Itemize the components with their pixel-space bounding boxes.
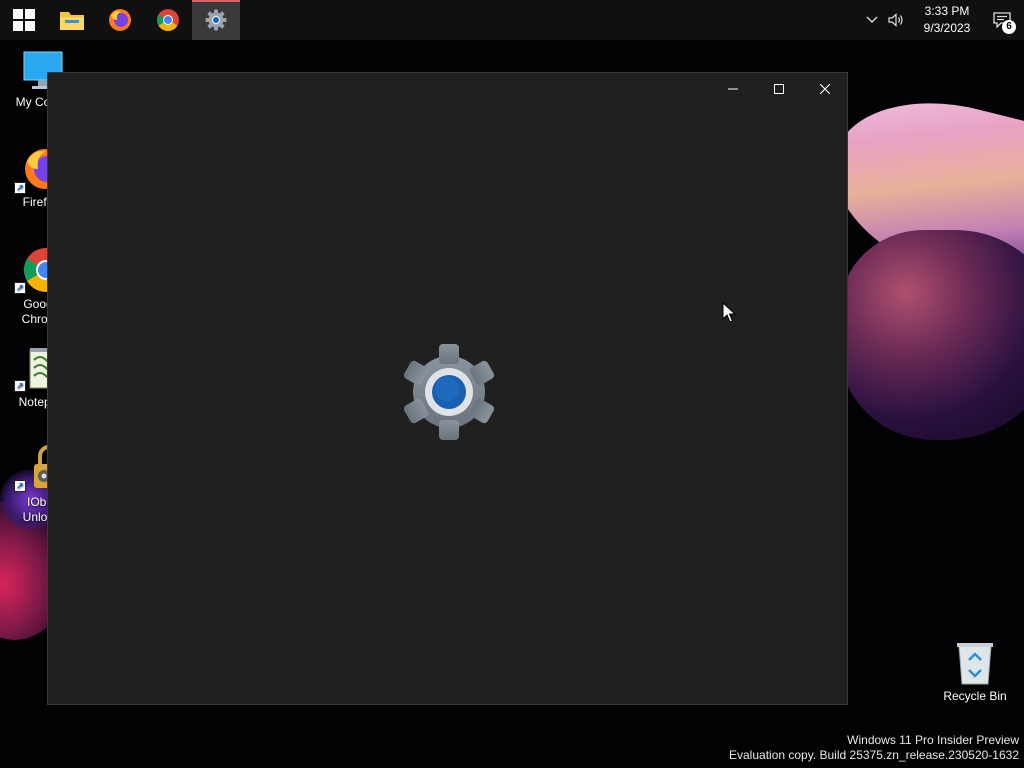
windows-logo-icon bbox=[13, 9, 35, 31]
taskbar-file-explorer-button[interactable] bbox=[48, 0, 96, 40]
shortcut-arrow-icon: ↗ bbox=[14, 380, 26, 392]
taskbar: 3:33 PM 9/3/2023 6 bbox=[0, 0, 1024, 40]
settings-splash-gear-icon bbox=[403, 344, 495, 440]
taskbar-settings-button[interactable] bbox=[192, 0, 240, 40]
speaker-icon bbox=[888, 13, 903, 27]
folder-icon bbox=[60, 12, 84, 30]
minimize-icon bbox=[728, 88, 738, 90]
maximize-icon bbox=[774, 84, 784, 94]
firefox-icon bbox=[109, 9, 131, 31]
system-tray: 3:33 PM 9/3/2023 6 bbox=[860, 0, 1024, 40]
mouse-cursor-icon bbox=[722, 302, 736, 323]
show-hidden-icons-button[interactable] bbox=[860, 0, 884, 40]
maximize-button[interactable] bbox=[756, 73, 802, 105]
taskbar-firefox-button[interactable] bbox=[96, 0, 144, 40]
desktop-icon-label: Recycle Bin bbox=[943, 689, 1007, 703]
notification-count-badge: 6 bbox=[1002, 20, 1016, 34]
chevron-up-icon bbox=[866, 16, 878, 23]
start-button[interactable] bbox=[0, 0, 48, 40]
watermark-build: Evaluation copy. Build 25375.zn_release.… bbox=[729, 748, 1019, 762]
shortcut-arrow-icon: ↗ bbox=[14, 182, 26, 194]
settings-window bbox=[47, 72, 848, 705]
gear-icon bbox=[205, 9, 227, 31]
windows-watermark: Windows 11 Pro Insider Preview Evaluatio… bbox=[729, 733, 1019, 763]
chrome-icon bbox=[157, 9, 179, 31]
wallpaper-shape bbox=[840, 230, 1024, 440]
desktop-icon-recycle-bin[interactable]: Recycle Bin bbox=[937, 640, 1013, 704]
taskbar-chrome-button[interactable] bbox=[144, 0, 192, 40]
minimize-button[interactable] bbox=[710, 73, 756, 105]
clock-date: 9/3/2023 bbox=[923, 21, 971, 35]
notification-center-button[interactable]: 6 bbox=[980, 0, 1024, 40]
shortcut-arrow-icon: ↗ bbox=[14, 282, 26, 294]
clock[interactable]: 3:33 PM 9/3/2023 bbox=[914, 3, 980, 37]
close-icon bbox=[820, 84, 830, 94]
recycle-bin-icon bbox=[957, 643, 993, 685]
watermark-edition: Windows 11 Pro Insider Preview bbox=[847, 733, 1019, 747]
volume-button[interactable] bbox=[884, 0, 908, 40]
close-button[interactable] bbox=[802, 73, 848, 105]
shortcut-arrow-icon: ↗ bbox=[14, 480, 26, 492]
clock-time: 3:33 PM bbox=[924, 4, 970, 18]
